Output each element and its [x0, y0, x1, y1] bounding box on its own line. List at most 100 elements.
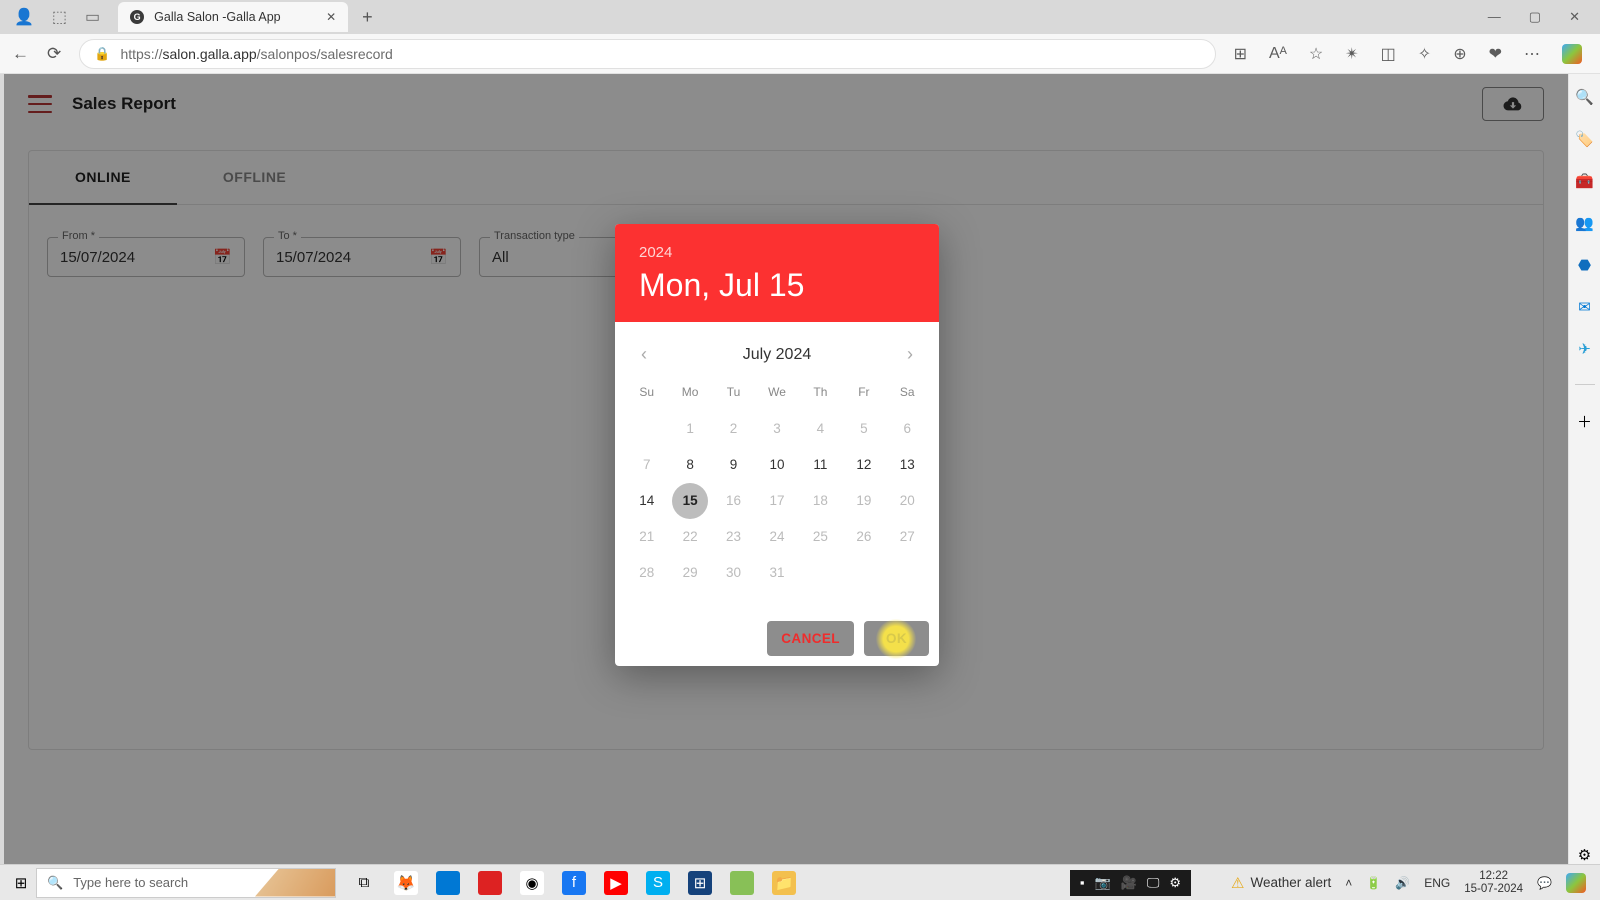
- calendar-day[interactable]: 12: [846, 447, 882, 483]
- shopping-tag-icon[interactable]: 🏷️: [1575, 130, 1594, 148]
- split-icon[interactable]: ◫: [1381, 44, 1396, 64]
- text-size-icon[interactable]: Aᴬ: [1269, 45, 1287, 63]
- calendar-day[interactable]: 2: [716, 411, 752, 447]
- search-icon[interactable]: 🔍: [1575, 88, 1594, 106]
- start-button[interactable]: ⊞: [6, 874, 36, 892]
- toolbox-icon[interactable]: 🧰: [1575, 172, 1594, 190]
- calendar-day[interactable]: 27: [889, 519, 925, 555]
- outlook-icon[interactable]: ✉: [1578, 298, 1591, 316]
- calendar-day[interactable]: 8: [672, 447, 708, 483]
- calendar-day[interactable]: 21: [629, 519, 665, 555]
- calendar-day[interactable]: 28: [629, 555, 665, 591]
- calendar-day[interactable]: 6: [889, 411, 925, 447]
- refresh-icon[interactable]: ⟳: [47, 44, 61, 64]
- copilot-taskbar-icon[interactable]: [1566, 873, 1586, 893]
- calendar-day[interactable]: 19: [846, 483, 882, 519]
- tab-close-icon[interactable]: ✕: [326, 10, 336, 24]
- settings-icon[interactable]: ⚙: [1578, 846, 1591, 864]
- app-icon[interactable]: [730, 871, 754, 895]
- monitor-icon: 🖵: [1147, 875, 1160, 891]
- favorite-icon[interactable]: ☆: [1309, 44, 1323, 64]
- calendar-day[interactable]: 20: [889, 483, 925, 519]
- ok-button[interactable]: OK: [864, 621, 929, 656]
- new-tab-button[interactable]: +: [348, 7, 387, 28]
- calendar-day[interactable]: 31: [759, 555, 795, 591]
- app-icon[interactable]: ⊞: [1234, 44, 1247, 64]
- shopping-icon[interactable]: ❤: [1489, 44, 1502, 64]
- camera-cluster[interactable]: ▪ 📷 🎥 🖵 ⚙: [1070, 870, 1191, 896]
- volume-icon[interactable]: 🔊: [1395, 876, 1410, 890]
- picker-year[interactable]: 2024: [639, 244, 915, 261]
- notifications-icon[interactable]: 💬: [1537, 876, 1552, 890]
- calendar-day[interactable]: 22: [672, 519, 708, 555]
- calendar-day[interactable]: 7: [629, 447, 665, 483]
- prev-month-icon[interactable]: ‹: [635, 344, 653, 365]
- cancel-button[interactable]: CANCEL: [767, 621, 854, 656]
- window-maximize-icon[interactable]: ▢: [1529, 9, 1541, 25]
- dow-header: Fr: [842, 375, 885, 411]
- edge-icon[interactable]: [436, 871, 460, 895]
- calendar-day[interactable]: 3: [759, 411, 795, 447]
- calendar-day[interactable]: 4: [802, 411, 838, 447]
- collections-icon[interactable]: ✧: [1418, 44, 1431, 64]
- weather-widget[interactable]: ⚠ Weather alert: [1231, 874, 1331, 892]
- calendar-day[interactable]: 29: [672, 555, 708, 591]
- camera-icon: 📷: [1094, 875, 1110, 891]
- dow-header: We: [755, 375, 798, 411]
- calendar-day[interactable]: 25: [802, 519, 838, 555]
- calendar-day[interactable]: 18: [802, 483, 838, 519]
- facebook-icon[interactable]: f: [562, 871, 586, 895]
- url-text: https://salon.galla.app/salonpos/salesre…: [120, 46, 392, 62]
- window-minimize-icon[interactable]: —: [1488, 9, 1501, 25]
- url-field[interactable]: 🔒 https://salon.galla.app/salonpos/sales…: [79, 39, 1215, 69]
- taskbar-search[interactable]: 🔍 Type here to search: [36, 868, 336, 898]
- task-view-icon[interactable]: ⧉: [352, 871, 376, 895]
- store-icon[interactable]: ⊞: [688, 871, 712, 895]
- explorer-icon[interactable]: 📁: [772, 871, 796, 895]
- tab-actions-icon[interactable]: ▭: [85, 7, 100, 27]
- calendar-day[interactable]: 11: [802, 447, 838, 483]
- profile-icon[interactable]: 👤: [14, 7, 34, 27]
- calendar-day[interactable]: 9: [716, 447, 752, 483]
- dow-header: Th: [799, 375, 842, 411]
- send-icon[interactable]: ✈: [1578, 340, 1591, 358]
- next-month-icon[interactable]: ›: [901, 344, 919, 365]
- more-icon[interactable]: ⋯: [1524, 44, 1540, 64]
- skype-icon[interactable]: S: [646, 871, 670, 895]
- lang-indicator[interactable]: ENG: [1424, 876, 1450, 890]
- battery-icon[interactable]: 🔋: [1366, 876, 1381, 890]
- calendar-day[interactable]: 13: [889, 447, 925, 483]
- calendar-day[interactable]: 14: [629, 483, 665, 519]
- tray-up-icon[interactable]: ˄: [1345, 876, 1352, 890]
- calendar-day[interactable]: 5: [846, 411, 882, 447]
- youtube-icon[interactable]: ▶: [604, 871, 628, 895]
- extensions-icon[interactable]: ✴: [1345, 44, 1358, 64]
- edge-sidebar: 🔍 🏷️ 🧰 👥 ⬣ ✉ ✈ ＋ ⚙: [1568, 74, 1600, 864]
- workspaces-icon[interactable]: ⬚: [52, 7, 67, 27]
- office-icon[interactable]: ⬣: [1578, 256, 1591, 274]
- gear-icon: ⚙: [1169, 875, 1181, 891]
- sync-icon[interactable]: ⊕: [1453, 44, 1466, 64]
- calendar-day[interactable]: 24: [759, 519, 795, 555]
- calendar-day[interactable]: 17: [759, 483, 795, 519]
- add-icon[interactable]: ＋: [1577, 411, 1592, 432]
- date-picker-modal: 2024 Mon, Jul 15 ‹ July 2024 › SuMoTuWeT…: [615, 224, 939, 666]
- calendar-day[interactable]: 15: [672, 483, 708, 519]
- copilot-icon[interactable]: [1562, 44, 1582, 64]
- calendar-day[interactable]: 26: [846, 519, 882, 555]
- browser-tab[interactable]: G Galla Salon -Galla App ✕: [118, 2, 348, 32]
- window-close-icon[interactable]: ✕: [1569, 9, 1580, 25]
- calendar-day[interactable]: 30: [716, 555, 752, 591]
- back-icon[interactable]: ←: [12, 44, 29, 64]
- people-icon[interactable]: 👥: [1575, 214, 1594, 232]
- calendar-day[interactable]: 16: [716, 483, 752, 519]
- record-icon[interactable]: [478, 871, 502, 895]
- calendar-grid: SuMoTuWeThFrSa12345678910111213141516171…: [625, 375, 929, 591]
- chrome-icon[interactable]: ◉: [520, 871, 544, 895]
- firefox-icon[interactable]: 🦊: [394, 871, 418, 895]
- calendar-day[interactable]: 23: [716, 519, 752, 555]
- clock[interactable]: 12:22 15-07-2024: [1464, 870, 1523, 896]
- calendar-day[interactable]: 1: [672, 411, 708, 447]
- ok-label: OK: [886, 631, 907, 646]
- calendar-day[interactable]: 10: [759, 447, 795, 483]
